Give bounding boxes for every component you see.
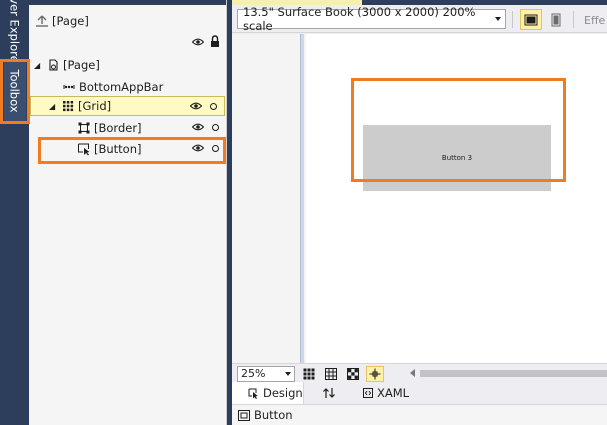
eye-icon[interactable] (191, 142, 205, 154)
tree-item-grid[interactable]: ◢ [Grid] (30, 96, 225, 116)
chevron-down-icon (285, 372, 291, 376)
portrait-button[interactable] (545, 9, 567, 30)
tab-design[interactable]: Design (232, 382, 304, 404)
tree-item-label: [Button] (94, 142, 142, 156)
crosshair-icon (369, 368, 381, 380)
xaml-designer: 13.5" Surface Book (3000 x 2000) 200% sc… (232, 0, 607, 425)
lock-toggle-icon[interactable] (212, 145, 219, 152)
dock-strip: ver Explore Toolbox (0, 0, 29, 425)
lock-icon[interactable] (210, 35, 220, 48)
tree-item-button[interactable]: [Button] (29, 139, 226, 159)
explorer-tab[interactable]: ver Explore (4, 0, 26, 63)
scrollbar-thumb[interactable] (420, 370, 607, 377)
xaml-icon (363, 388, 373, 398)
snap-grid-icon (325, 368, 337, 380)
artboard[interactable] (306, 34, 607, 363)
portrait-icon (551, 13, 561, 26)
device-selector-value: 13.5" Surface Book (3000 x 2000) 200% sc… (243, 5, 476, 33)
canvas-button-label: Button 3 (441, 154, 473, 162)
outline-top-bar (29, 0, 226, 5)
toolbar-separator (573, 11, 574, 28)
document-outline-panel: [Page] ◢ [Page] BottomAppBar ◢ [Grid] [B… (29, 0, 227, 425)
element-icon (238, 409, 250, 421)
grid-icon (61, 99, 75, 113)
tab-label: XAML (377, 386, 410, 400)
checkerboard-button[interactable] (344, 366, 362, 382)
designer-toolbar: 13.5" Surface Book (3000 x 2000) 200% sc… (232, 5, 607, 33)
swap-icon (323, 388, 335, 398)
horizontal-scrollbar[interactable] (410, 368, 607, 379)
effects-label[interactable]: Effe (584, 14, 605, 27)
eye-icon[interactable] (189, 100, 203, 112)
page-icon (46, 58, 60, 72)
chevron-down-icon (495, 17, 501, 21)
breadcrumb-label: Button (254, 408, 293, 422)
expand-arrow-icon[interactable]: ◢ (34, 61, 46, 70)
lock-toggle-icon[interactable] (212, 124, 219, 131)
design-canvas[interactable]: Button 3 (232, 34, 607, 363)
eye-icon[interactable] (191, 121, 205, 133)
landscape-icon (524, 14, 538, 25)
tree-item-label: [Grid] (78, 99, 112, 113)
tree-item-label: BottomAppBar (79, 80, 164, 94)
toolbar-separator (512, 11, 513, 28)
explorer-tab-label: ver Explore (8, 0, 23, 63)
outline-visibility-row (29, 33, 226, 53)
scroll-left-icon[interactable] (410, 369, 415, 377)
eye-icon[interactable] (191, 36, 205, 48)
design-icon (248, 388, 258, 399)
tree-item-bottomappbar[interactable]: BottomAppBar (29, 77, 226, 97)
tree-item-label: [Border] (94, 121, 142, 135)
grid-icon (303, 368, 315, 380)
tree-item-label: [Page] (63, 58, 100, 72)
expand-arrow-icon[interactable]: ◢ (49, 102, 61, 111)
breadcrumb: Button (232, 404, 607, 425)
border-icon (77, 121, 91, 135)
landscape-button[interactable] (520, 9, 542, 30)
outline-root-label: [Page] (52, 14, 89, 28)
zoom-bar: 25% (232, 363, 607, 382)
tree-item-border[interactable]: [Border] (29, 118, 226, 138)
snap-grid-button[interactable] (322, 366, 340, 382)
zoom-value: 25% (241, 367, 266, 380)
zoom-selector[interactable]: 25% (237, 366, 295, 382)
outline-root-row[interactable]: [Page] (29, 11, 226, 31)
canvas-button[interactable]: Button 3 (363, 125, 551, 191)
lock-toggle-icon[interactable] (210, 103, 217, 110)
swap-panes-button[interactable] (322, 382, 344, 404)
checkerboard-icon (347, 368, 359, 380)
toolbox-tab[interactable]: Toolbox (4, 61, 26, 121)
appbar-icon (62, 80, 76, 94)
tab-label: Design (263, 386, 303, 400)
canvas-ruler (300, 34, 304, 363)
snap-to-lines-button[interactable] (366, 366, 384, 382)
button-icon (77, 142, 91, 156)
view-tabs: Design XAML (232, 382, 607, 404)
tree-item-page[interactable]: ◢ [Page] (29, 55, 226, 75)
device-selector[interactable]: 13.5" Surface Book (3000 x 2000) 200% sc… (237, 5, 506, 33)
up-arrow-icon (35, 14, 49, 28)
grid-toggle-button[interactable] (300, 366, 318, 382)
tab-xaml[interactable]: XAML (363, 382, 423, 404)
toolbox-tab-label: Toolbox (8, 69, 22, 113)
